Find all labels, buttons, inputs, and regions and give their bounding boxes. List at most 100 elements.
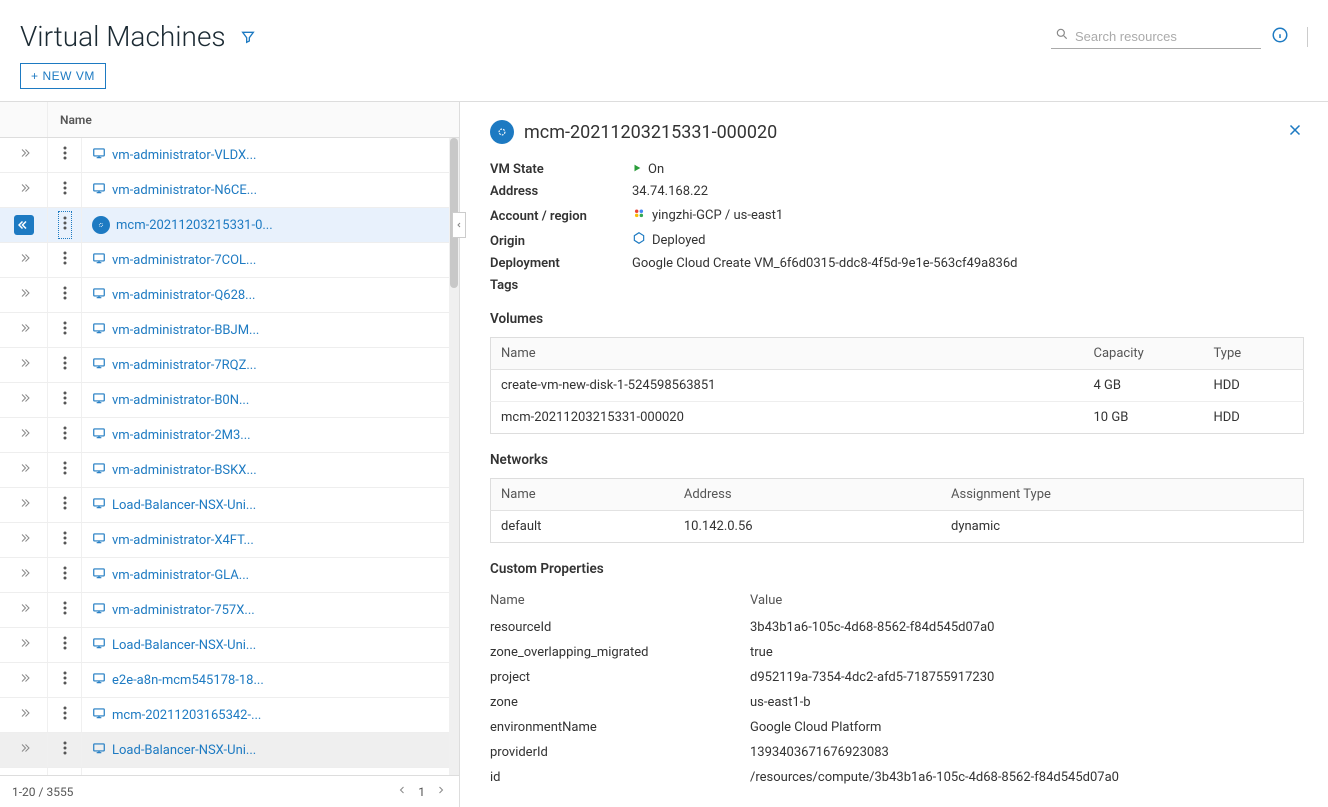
table-row[interactable]: vm-administrator-N6CE... — [0, 173, 459, 208]
vm-link[interactable]: vm-administrator-7COL... — [112, 253, 256, 268]
table-row[interactable]: vm-administrator-VLDX... — [0, 138, 459, 173]
table-row[interactable]: Load-Balancer-NSX-Uni... — [0, 733, 459, 768]
vm-link[interactable]: vm-administrator-Q628... — [112, 288, 255, 303]
table-row: providerId1393403671676923083 — [490, 740, 1304, 765]
row-expand-button[interactable] — [18, 742, 30, 758]
volumes-col-type[interactable]: Type — [1204, 338, 1304, 370]
info-icon[interactable] — [1271, 26, 1289, 48]
row-actions-button[interactable] — [58, 211, 72, 239]
row-actions-button[interactable] — [59, 527, 71, 553]
table-row[interactable]: mcm-20211203215331-0... — [0, 208, 459, 243]
vm-link[interactable]: Load-Balancer-NSX-Uni... — [112, 743, 256, 758]
vm-link[interactable]: vm-administrator-7RQZ... — [112, 358, 257, 373]
table-row[interactable]: e2e-a8n-mcm545178-18... — [0, 663, 459, 698]
row-actions-button[interactable] — [59, 702, 71, 728]
table-row[interactable]: Load-Balancer-NSX-Uni... — [0, 488, 459, 523]
row-expand-button[interactable] — [18, 637, 30, 653]
vm-link[interactable]: mcm-20211203165342-... — [112, 708, 261, 723]
vm-icon — [92, 391, 106, 409]
table-row[interactable]: Load-Balancer-NSX-Uni... — [0, 628, 459, 663]
row-actions-button[interactable] — [59, 562, 71, 588]
volumes-col-name[interactable]: Name — [491, 338, 1084, 370]
row-expand-button[interactable] — [18, 357, 30, 373]
prop-value: d952119a-7354-4dc2-afd5-718755917230 — [750, 665, 1304, 690]
row-expand-button[interactable] — [18, 427, 30, 443]
table-row[interactable]: vm-administrator-7COL... — [0, 243, 459, 278]
row-actions-button[interactable] — [59, 667, 71, 693]
row-actions-button[interactable] — [59, 492, 71, 518]
row-expand-button[interactable] — [18, 462, 30, 478]
row-expand-button[interactable] — [14, 215, 34, 235]
vm-link[interactable]: vm-administrator-2M3... — [112, 428, 251, 443]
vm-link[interactable]: vm-administrator-B0N... — [112, 393, 249, 408]
table-row[interactable]: vm-administrator-B0N... — [0, 383, 459, 418]
vm-link[interactable]: mcm-20211203215331-0... — [116, 218, 273, 233]
row-actions-button[interactable] — [59, 177, 71, 203]
filter-icon[interactable] — [240, 29, 256, 45]
row-actions-button[interactable] — [59, 317, 71, 343]
networks-col-name[interactable]: Name — [491, 479, 674, 511]
row-expand-button[interactable] — [18, 287, 30, 303]
new-vm-button[interactable]: + NEW VM — [20, 63, 106, 89]
row-expand-button[interactable] — [18, 392, 30, 408]
vm-link[interactable]: vm-administrator-BSKX... — [112, 463, 257, 478]
table-row[interactable]: mcm-20211203165342-... — [0, 698, 459, 733]
row-expand-button[interactable] — [18, 497, 30, 513]
row-actions-button[interactable] — [59, 282, 71, 308]
vm-link[interactable]: e2e-a8n-mcm545178-18... — [112, 673, 264, 688]
table-row[interactable]: vm-administrator-757X... — [0, 593, 459, 628]
page-prev-button[interactable] — [396, 784, 408, 800]
vm-link[interactable]: vm-administrator-BBJM... — [112, 323, 259, 338]
row-expand-button[interactable] — [18, 567, 30, 583]
vm-link[interactable]: vm-administrator-X4FT... — [112, 533, 254, 548]
row-expand-button[interactable] — [18, 182, 30, 198]
networks-col-assignment[interactable]: Assignment Type — [941, 479, 1303, 511]
row-actions-button[interactable] — [59, 737, 71, 763]
list-column-name[interactable]: Name — [48, 113, 459, 127]
table-row[interactable]: vm-administrator-BBJM... — [0, 313, 459, 348]
vm-link[interactable]: vm-administrator-VLDX... — [112, 148, 256, 163]
page-next-button[interactable] — [435, 784, 447, 800]
table-row[interactable]: TinyWin7-LinkedClone-... — [0, 768, 459, 775]
search-box[interactable] — [1051, 24, 1261, 49]
vm-link[interactable]: vm-administrator-N6CE... — [112, 183, 257, 198]
origin-label: Origin — [490, 234, 632, 249]
table-row[interactable]: vm-administrator-2M3... — [0, 418, 459, 453]
table-row[interactable]: vm-administrator-7RQZ... — [0, 348, 459, 383]
row-expand-button[interactable] — [18, 147, 30, 163]
row-expand-button[interactable] — [18, 707, 30, 723]
plus-icon: + — [31, 69, 39, 83]
row-actions-button[interactable] — [59, 352, 71, 378]
row-expand-button[interactable] — [18, 322, 30, 338]
volume-type: HDD — [1204, 370, 1304, 402]
vm-link[interactable]: vm-administrator-757X... — [112, 603, 255, 618]
vm-link[interactable]: vm-administrator-GLA... — [112, 568, 249, 583]
volumes-col-capacity[interactable]: Capacity — [1084, 338, 1204, 370]
prop-value: 1393403671676923083 — [750, 740, 1304, 765]
table-row[interactable]: vm-administrator-Q628... — [0, 278, 459, 313]
row-actions-button[interactable] — [59, 142, 71, 168]
row-actions-button[interactable] — [59, 387, 71, 413]
networks-col-address[interactable]: Address — [674, 479, 941, 511]
vm-link[interactable]: Load-Balancer-NSX-Uni... — [112, 498, 256, 513]
custom-properties-table: Name Value resourceId3b43b1a6-105c-4d68-… — [490, 587, 1304, 790]
vm-icon — [92, 601, 106, 619]
row-actions-button[interactable] — [59, 422, 71, 448]
vm-icon — [92, 286, 106, 304]
row-actions-button[interactable] — [59, 247, 71, 273]
vm-link[interactable]: Load-Balancer-NSX-Uni... — [112, 638, 256, 653]
table-row[interactable]: vm-administrator-X4FT... — [0, 523, 459, 558]
row-actions-button[interactable] — [59, 457, 71, 483]
networks-table: Name Address Assignment Type default10.1… — [490, 478, 1304, 543]
split-handle[interactable] — [452, 212, 466, 238]
row-expand-button[interactable] — [18, 252, 30, 268]
row-expand-button[interactable] — [18, 602, 30, 618]
close-button[interactable] — [1286, 120, 1304, 144]
search-input[interactable] — [1075, 29, 1257, 44]
table-row[interactable]: vm-administrator-BSKX... — [0, 453, 459, 488]
row-actions-button[interactable] — [59, 632, 71, 658]
row-expand-button[interactable] — [18, 672, 30, 688]
row-actions-button[interactable] — [59, 597, 71, 623]
table-row[interactable]: vm-administrator-GLA... — [0, 558, 459, 593]
row-expand-button[interactable] — [18, 532, 30, 548]
